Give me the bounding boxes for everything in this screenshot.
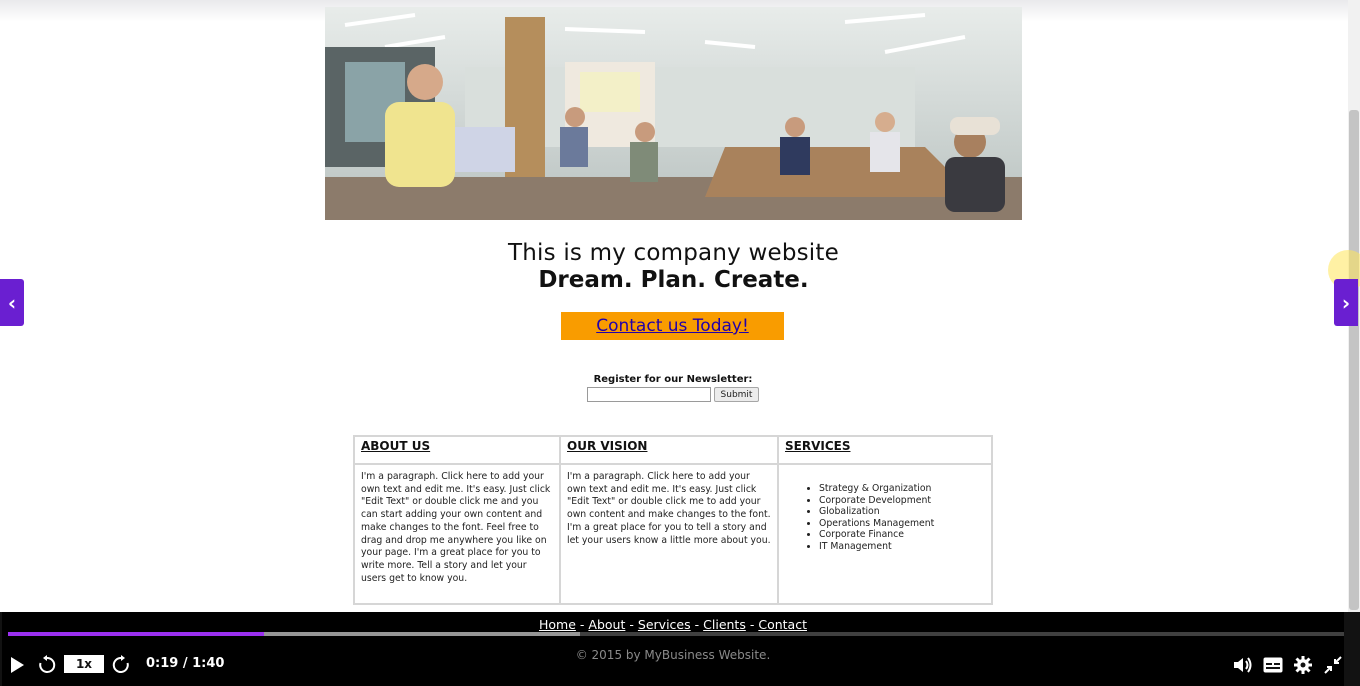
footer-link-about[interactable]: About <box>588 617 625 632</box>
play-icon <box>11 657 24 673</box>
newsletter-label: Register for our Newsletter: <box>593 374 753 385</box>
rewind-icon <box>39 655 56 673</box>
forward-button[interactable] <box>109 652 133 678</box>
services-list: Strategy & Organization Corporate Develo… <box>785 483 985 552</box>
forward-icon <box>112 655 129 673</box>
volume-icon <box>1234 657 1252 673</box>
hero-office-photo <box>325 7 1022 220</box>
contact-us-link[interactable]: Contact us Today! <box>596 316 749 336</box>
player-controls: 1x 0:19 / 1:40 <box>0 652 1360 678</box>
exit-fullscreen-icon <box>1324 656 1342 674</box>
list-item: Globalization <box>819 506 985 518</box>
list-item: Strategy & Organization <box>819 483 985 495</box>
footer-link-clients[interactable]: Clients <box>703 617 746 632</box>
list-item: Corporate Development <box>819 495 985 507</box>
chevron-left-icon: ‹ <box>7 290 17 315</box>
chevron-right-icon: › <box>1341 290 1351 315</box>
info-table: ABOUT US OUR VISION SERVICES I'm a parag… <box>353 435 993 605</box>
scrollbar-thumb[interactable] <box>1349 110 1359 610</box>
captions-icon <box>1263 657 1283 673</box>
our-vision-text: I'm a paragraph. Click here to add your … <box>559 463 779 605</box>
captions-button[interactable] <box>1261 652 1285 678</box>
settings-button[interactable] <box>1291 652 1315 678</box>
exit-fullscreen-button[interactable] <box>1322 652 1344 678</box>
services-cell: Strategy & Organization Corporate Develo… <box>777 463 993 605</box>
newsletter-submit-button[interactable]: Submit <box>713 387 760 402</box>
list-item: Corporate Finance <box>819 529 985 541</box>
newsletter-email-input[interactable] <box>586 387 711 402</box>
footer-link-home[interactable]: Home <box>539 617 576 632</box>
playback-time: 0:19 / 1:40 <box>146 656 225 671</box>
services-heading: SERVICES <box>777 435 993 465</box>
footer-nav: Home - About - Services - Clients - Contact <box>538 617 807 632</box>
volume-button[interactable] <box>1231 652 1255 678</box>
newsletter-form: Register for our Newsletter: Submit <box>560 374 786 402</box>
progress-played <box>8 632 264 636</box>
our-vision-heading: OUR VISION <box>559 435 779 465</box>
contact-cta-box[interactable]: Contact us Today! <box>561 312 784 340</box>
about-us-heading: ABOUT US <box>353 435 561 465</box>
settings-icon <box>1294 656 1312 674</box>
video-player-bar: Home - About - Services - Clients - Contact © 20… <box>0 612 1360 686</box>
play-button[interactable] <box>6 652 28 678</box>
playback-speed-button[interactable]: 1x <box>64 655 104 673</box>
next-slide-button[interactable]: › <box>1334 279 1358 326</box>
footer-link-services[interactable]: Services <box>638 617 691 632</box>
previous-slide-button[interactable]: ‹ <box>0 279 24 326</box>
footer-link-contact[interactable]: Contact <box>758 617 807 632</box>
rewind-button[interactable] <box>35 652 59 678</box>
site-slogan: Dream. Plan. Create. <box>538 267 809 293</box>
about-us-text: I'm a paragraph. Click here to add your … <box>353 463 561 605</box>
list-item: IT Management <box>819 541 985 553</box>
site-tagline: This is my company website <box>508 240 839 266</box>
list-item: Operations Management <box>819 518 985 530</box>
